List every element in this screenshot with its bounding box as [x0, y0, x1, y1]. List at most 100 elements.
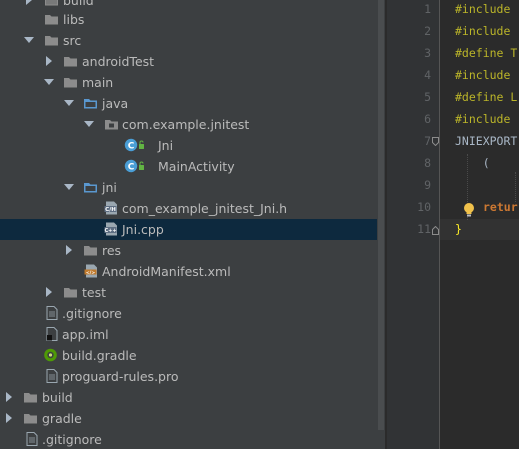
tree-item-gitignore-root[interactable]: .gitignore — [0, 429, 377, 449]
tree-item-java[interactable]: java — [0, 93, 377, 114]
tree-item-package[interactable]: com.example.jnitest — [0, 114, 377, 135]
tree-item-label: .gitignore — [42, 432, 102, 447]
line-number: 10 — [417, 200, 431, 214]
tree-item-build-gradle[interactable]: build.gradle — [0, 345, 377, 366]
tree-item-label: build — [42, 390, 73, 405]
line-number: 11 — [417, 222, 431, 236]
intention-bulb-icon[interactable] — [463, 202, 475, 218]
tree-item-main[interactable]: main — [0, 72, 377, 93]
tree-item-gradle[interactable]: gradle — [0, 408, 377, 429]
tree-item-src[interactable]: src — [0, 30, 377, 51]
tree-item-header-file[interactable]: C/H com_example_jnitest_Jni.h — [0, 198, 377, 219]
collapse-arrow-icon[interactable] — [44, 79, 54, 85]
tree-item-label: Jni.cpp — [122, 222, 164, 237]
tree-item-label: build.gradle — [62, 348, 137, 363]
code-line: #define L — [455, 90, 518, 104]
cpp-header-icon: C/H — [104, 201, 117, 215]
project-tree-panel: build libs src androidTest main java com… — [0, 0, 377, 449]
code-line: } — [455, 222, 462, 236]
collapse-arrow-icon[interactable] — [64, 100, 74, 106]
line-number: 3 — [424, 46, 431, 60]
line-number: 7 — [424, 134, 431, 148]
folder-icon — [24, 414, 37, 424]
svg-text:C/H: C/H — [105, 207, 116, 213]
expand-arrow-icon[interactable] — [46, 287, 52, 297]
tree-item-label: gradle — [42, 411, 82, 426]
folder-icon — [45, 15, 58, 25]
code-line: JNIEXPORT — [455, 134, 518, 148]
expand-arrow-icon[interactable] — [26, 0, 32, 5]
tree-item-label: com.example.jnitest — [122, 117, 250, 132]
tree-item-label: proguard-rules.pro — [62, 369, 179, 384]
folder-icon — [24, 393, 37, 403]
folder-icon — [45, 0, 58, 6]
tree-item-gitignore-app[interactable]: .gitignore — [0, 303, 377, 324]
code-line: #include — [455, 24, 511, 38]
tree-item-label: src — [63, 33, 82, 48]
java-class-icon: C — [124, 138, 144, 152]
text-file-icon — [26, 432, 38, 446]
tree-item-jni-class[interactable]: C Jni — [0, 135, 377, 156]
tree-item-libs[interactable]: libs — [0, 9, 377, 30]
line-number: 8 — [424, 156, 431, 170]
folder-icon — [45, 36, 58, 46]
tree-item-app-iml[interactable]: app.iml — [0, 324, 377, 345]
expand-arrow-icon[interactable] — [6, 413, 12, 423]
source-folder-icon — [84, 99, 97, 109]
tree-scrollbar[interactable] — [377, 0, 385, 449]
text-file-icon — [46, 306, 58, 320]
gradle-file-icon — [44, 348, 57, 362]
expand-arrow-icon[interactable] — [46, 56, 52, 66]
svg-text:C: C — [128, 163, 135, 173]
line-number: 5 — [424, 90, 431, 104]
tree-item-res[interactable]: res — [0, 240, 377, 261]
tree-item-label: libs — [63, 12, 85, 27]
tree-item-label: jni — [102, 180, 117, 195]
code-editor[interactable]: 1 2 3 4 5 6 7 8 9 10 11 #include #includ… — [387, 0, 519, 449]
fold-open-icon[interactable] — [432, 137, 439, 146]
tree-item-label: MainActivity — [158, 159, 235, 174]
scrollbar-thumb[interactable] — [378, 0, 384, 430]
text-file-icon — [46, 369, 58, 383]
code-line: #include — [455, 2, 511, 16]
tree-item-mainactivity[interactable]: C MainActivity — [0, 156, 377, 177]
collapse-arrow-icon[interactable] — [84, 121, 94, 127]
tree-item-manifest[interactable]: </> AndroidManifest.xml — [0, 261, 377, 282]
collapse-arrow-icon[interactable] — [24, 37, 34, 43]
tree-item-label: .gitignore — [62, 306, 122, 321]
line-number: 4 — [424, 68, 431, 82]
cpp-file-icon: C++ — [104, 222, 117, 236]
tree-item-label: build — [63, 0, 94, 8]
code-line: #define T — [455, 46, 518, 60]
tree-item-proguard[interactable]: proguard-rules.pro — [0, 366, 377, 387]
tree-item-label: com_example_jnitest_Jni.h — [122, 201, 288, 216]
code-line: ( — [455, 156, 490, 170]
tree-item-jni-folder[interactable]: jni — [0, 177, 377, 198]
fold-close-icon[interactable] — [432, 226, 439, 235]
line-number-gutter: 1 2 3 4 5 6 7 8 9 10 11 — [387, 0, 439, 449]
folder-icon — [64, 57, 77, 67]
tree-item-label: main — [82, 75, 114, 90]
package-icon — [105, 120, 118, 130]
indent-guide — [515, 172, 517, 202]
caret-line-highlight — [440, 219, 519, 240]
tree-item-test[interactable]: test — [0, 282, 377, 303]
tree-item-label: res — [102, 243, 122, 258]
folder-icon — [84, 246, 97, 256]
tree-item-build-root[interactable]: build — [0, 387, 377, 408]
tree-item-label: app.iml — [62, 327, 109, 342]
xml-file-icon: </> — [84, 264, 97, 278]
tree-item-jni-cpp[interactable]: C++ Jni.cpp — [0, 219, 377, 240]
line-number: 1 — [424, 2, 431, 16]
tree-item-label: androidTest — [82, 54, 155, 69]
tree-item-label: java — [102, 96, 129, 111]
expand-arrow-icon[interactable] — [6, 392, 12, 402]
line-number: 9 — [424, 178, 431, 192]
expand-arrow-icon[interactable] — [66, 245, 72, 255]
folder-icon — [64, 78, 77, 88]
tree-item-label: test — [82, 285, 107, 300]
collapse-arrow-icon[interactable] — [64, 184, 74, 190]
code-line: #include — [455, 112, 511, 126]
ide-window: build libs src androidTest main java com… — [0, 0, 519, 449]
tree-item-androidtest[interactable]: androidTest — [0, 51, 377, 72]
